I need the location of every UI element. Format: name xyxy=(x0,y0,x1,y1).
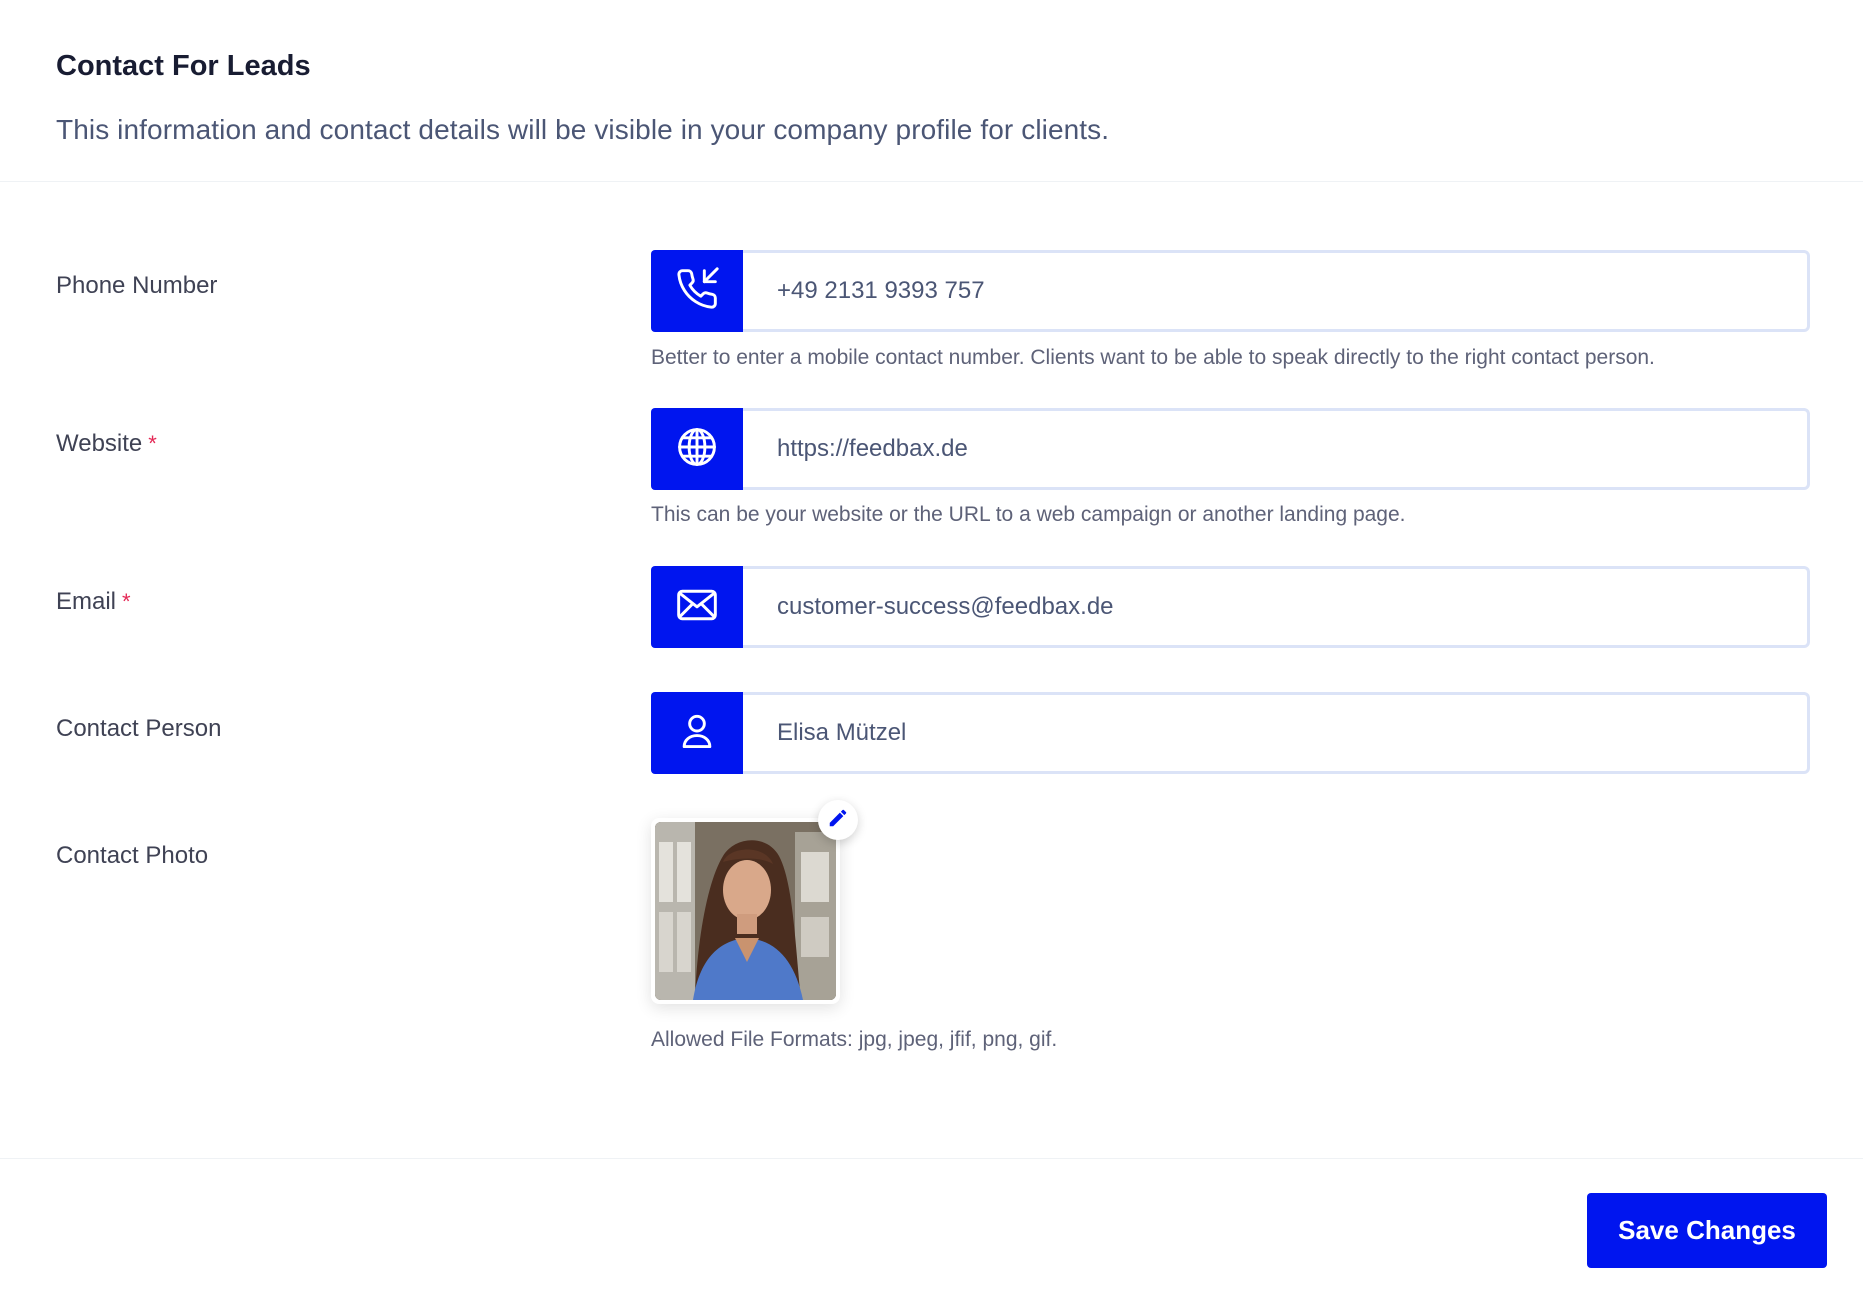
contact-photo-wrapper[interactable] xyxy=(651,818,840,1004)
card-title: Contact For Leads xyxy=(56,50,311,82)
website-input[interactable] xyxy=(743,408,1810,490)
user-icon xyxy=(675,709,719,758)
website-label: Website * xyxy=(56,430,157,458)
website-label-text: Website xyxy=(56,430,143,457)
contact-photo-label: Contact Photo xyxy=(56,842,209,869)
required-mark: * xyxy=(148,431,157,456)
contact-person-input-group xyxy=(651,692,1810,774)
phone-addon xyxy=(651,250,743,332)
phone-label: Phone Number xyxy=(56,272,218,299)
email-addon xyxy=(651,566,743,648)
globe-icon xyxy=(675,425,719,474)
website-input-group xyxy=(651,408,1810,490)
photo-help-text: Allowed File Formats: jpg, jpeg, jfif, p… xyxy=(651,1028,1058,1051)
contact-person-input[interactable] xyxy=(743,692,1810,774)
website-addon xyxy=(651,408,743,490)
phone-incoming-icon xyxy=(675,266,719,316)
contact-person-addon xyxy=(651,692,743,774)
email-label-text: Email xyxy=(56,588,117,615)
contact-photo-image xyxy=(655,822,836,1000)
pencil-icon xyxy=(827,807,849,834)
save-changes-button[interactable]: Save Changes xyxy=(1587,1193,1827,1268)
phone-input[interactable] xyxy=(743,250,1810,332)
phone-help-text: Better to enter a mobile contact number.… xyxy=(651,346,1655,369)
email-label: Email * xyxy=(56,588,131,616)
card-subtitle: This information and contact details wil… xyxy=(56,114,1110,145)
edit-photo-button[interactable] xyxy=(818,800,858,840)
contact-person-label: Contact Person xyxy=(56,715,222,742)
email-input[interactable] xyxy=(743,566,1810,648)
card-footer xyxy=(0,1158,1863,1291)
contact-photo xyxy=(655,822,836,1000)
card-header: Contact For Leads This information and c… xyxy=(0,0,1863,182)
website-help-text: This can be your website or the URL to a… xyxy=(651,503,1406,526)
required-mark: * xyxy=(122,589,131,614)
email-input-group xyxy=(651,566,1810,648)
envelope-icon xyxy=(675,583,719,632)
phone-input-group xyxy=(651,250,1810,332)
contact-for-leads-card: Contact For Leads This information and c… xyxy=(0,0,1863,1291)
